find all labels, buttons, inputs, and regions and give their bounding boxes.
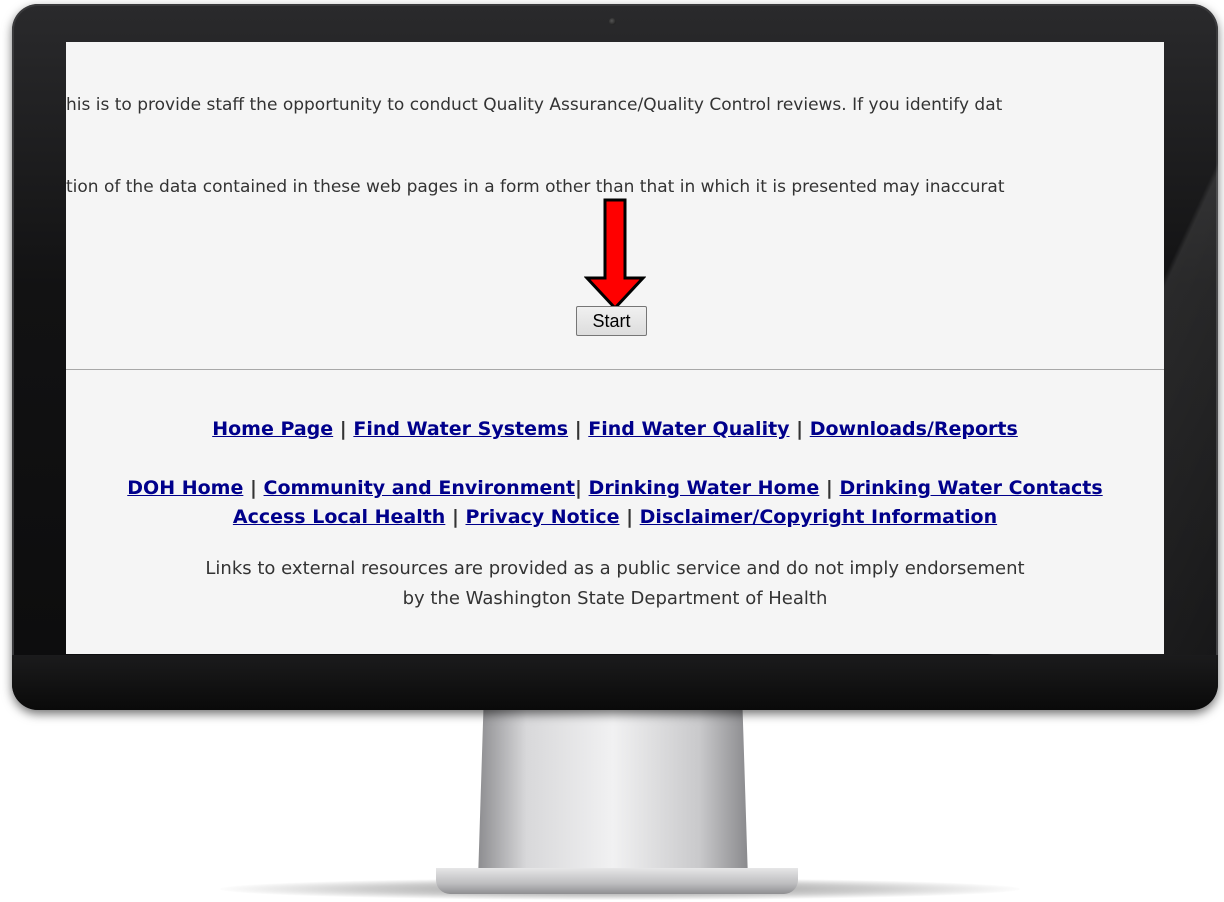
webcam-icon [609,18,616,25]
footer-tertiary-nav: Access Local Health | Privacy Notice | D… [66,503,1164,532]
link-separator: | [619,506,640,528]
link-separator: | [574,477,589,499]
access-local-health-link[interactable]: Access Local Health [233,506,445,528]
footer-secondary-nav: DOH Home | Community and Environment| Dr… [66,474,1164,503]
disclaimer-text-line: his is to provide staff the opportunity … [66,95,1003,115]
disclaimer-copyright-link[interactable]: Disclaimer/Copyright Information [640,506,997,528]
downloads-reports-link[interactable]: Downloads/Reports [810,418,1018,440]
red-down-arrow-icon [584,198,646,310]
link-separator: | [789,418,810,440]
home-page-link[interactable]: Home Page [212,418,333,440]
monitor-stand-neck [478,710,748,880]
link-separator: | [333,418,354,440]
link-separator: | [445,506,466,528]
footer-primary-nav: Home Page | Find Water Systems | Find Wa… [66,415,1164,444]
doh-home-link[interactable]: DOH Home [127,477,243,499]
link-separator: | [243,477,264,499]
monitor-stand-base [436,868,798,894]
start-button[interactable]: Start [576,306,647,336]
find-water-quality-link[interactable]: Find Water Quality [588,418,789,440]
community-environment-link[interactable]: Community and Environment [264,477,575,499]
external-links-notice: by the Washington State Department of He… [402,588,828,609]
drinking-water-home-link[interactable]: Drinking Water Home [589,477,820,499]
privacy-notice-link[interactable]: Privacy Notice [466,506,620,528]
link-separator: | [819,477,840,499]
drinking-water-contacts-link[interactable]: Drinking Water Contacts [839,477,1102,499]
external-links-notice: Links to external resources are provided… [205,558,1025,579]
disclaimer-text-line: tion of the data contained in these web … [66,177,1005,197]
horizontal-rule [66,369,1164,370]
find-water-systems-link[interactable]: Find Water Systems [353,418,568,440]
monitor-chin [12,655,1218,710]
link-separator: | [568,418,589,440]
browser-screen: his is to provide staff the opportunity … [66,42,1164,654]
monitor-mockup: his is to provide staff the opportunity … [0,0,1224,902]
